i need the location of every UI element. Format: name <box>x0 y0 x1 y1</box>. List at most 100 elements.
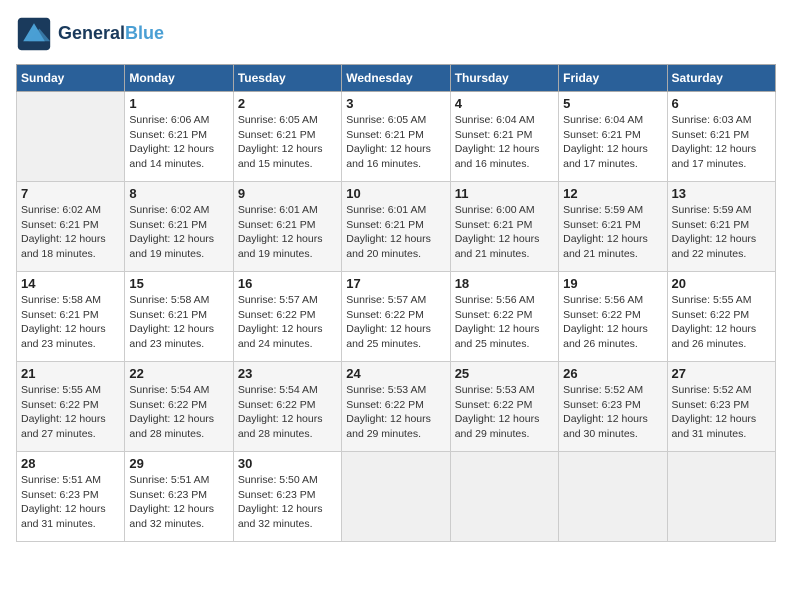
page-header: GeneralBlue <box>16 16 776 52</box>
day-info: Sunrise: 6:04 AMSunset: 6:21 PMDaylight:… <box>455 113 554 172</box>
day-info: Sunrise: 6:06 AMSunset: 6:21 PMDaylight:… <box>129 113 228 172</box>
calendar-cell: 6 Sunrise: 6:03 AMSunset: 6:21 PMDaylight… <box>667 92 775 182</box>
day-number: 19 <box>563 276 662 291</box>
day-number: 30 <box>238 456 337 471</box>
weekday-header-sunday: Sunday <box>17 65 125 92</box>
calendar-cell: 23 Sunrise: 5:54 AMSunset: 6:22 PMDayligh… <box>233 362 341 452</box>
calendar-cell <box>667 452 775 542</box>
day-number: 21 <box>21 366 120 381</box>
logo-icon <box>16 16 52 52</box>
calendar-cell: 24 Sunrise: 5:53 AMSunset: 6:22 PMDayligh… <box>342 362 450 452</box>
day-number: 13 <box>672 186 771 201</box>
week-row-1: 1 Sunrise: 6:06 AMSunset: 6:21 PMDaylight… <box>17 92 776 182</box>
day-number: 25 <box>455 366 554 381</box>
day-number: 23 <box>238 366 337 381</box>
day-info: Sunrise: 6:04 AMSunset: 6:21 PMDaylight:… <box>563 113 662 172</box>
calendar-cell: 7Sunrise: 6:02 AMSunset: 6:21 PMDaylight… <box>17 182 125 272</box>
day-info: Sunrise: 5:58 AMSunset: 6:21 PMDaylight:… <box>21 293 120 352</box>
calendar-cell: 12 Sunrise: 5:59 AMSunset: 6:21 PMDayligh… <box>559 182 667 272</box>
day-number: 24 <box>346 366 445 381</box>
day-info: Sunrise: 5:53 AMSunset: 6:22 PMDaylight:… <box>455 383 554 442</box>
week-row-5: 28 Sunrise: 5:51 AMSunset: 6:23 PMDayligh… <box>17 452 776 542</box>
logo-text: GeneralBlue <box>58 24 164 44</box>
calendar-cell: 25 Sunrise: 5:53 AMSunset: 6:22 PMDayligh… <box>450 362 558 452</box>
day-number: 16 <box>238 276 337 291</box>
day-number: 26 <box>563 366 662 381</box>
day-info: Sunrise: 5:59 AMSunset: 6:21 PMDaylight:… <box>672 203 771 262</box>
day-number: 11 <box>455 186 554 201</box>
day-info: Sunrise: 5:54 AMSunset: 6:22 PMDaylight:… <box>238 383 337 442</box>
weekday-header-wednesday: Wednesday <box>342 65 450 92</box>
weekday-header-monday: Monday <box>125 65 233 92</box>
day-info: Sunrise: 6:05 AMSunset: 6:21 PMDaylight:… <box>238 113 337 172</box>
day-info: Sunrise: 6:02 AMSunset: 6:21 PMDaylight:… <box>21 203 120 262</box>
week-row-4: 21 Sunrise: 5:55 AMSunset: 6:22 PMDayligh… <box>17 362 776 452</box>
day-info: Sunrise: 5:51 AMSunset: 6:23 PMDaylight:… <box>129 473 228 532</box>
day-info: Sunrise: 5:55 AMSunset: 6:22 PMDaylight:… <box>21 383 120 442</box>
day-number: 14 <box>21 276 120 291</box>
day-number: 4 <box>455 96 554 111</box>
day-info: Sunrise: 5:57 AMSunset: 6:22 PMDaylight:… <box>346 293 445 352</box>
week-row-3: 14 Sunrise: 5:58 AMSunset: 6:21 PMDayligh… <box>17 272 776 362</box>
day-number: 9 <box>238 186 337 201</box>
day-number: 6 <box>672 96 771 111</box>
day-info: Sunrise: 6:03 AMSunset: 6:21 PMDaylight:… <box>672 113 771 172</box>
day-info: Sunrise: 6:02 AMSunset: 6:21 PMDaylight:… <box>129 203 228 262</box>
calendar-cell: 30 Sunrise: 5:50 AMSunset: 6:23 PMDayligh… <box>233 452 341 542</box>
calendar-cell: 22 Sunrise: 5:54 AMSunset: 6:22 PMDayligh… <box>125 362 233 452</box>
calendar-cell: 2 Sunrise: 6:05 AMSunset: 6:21 PMDaylight… <box>233 92 341 182</box>
calendar-cell: 11 Sunrise: 6:00 AMSunset: 6:21 PMDayligh… <box>450 182 558 272</box>
day-number: 15 <box>129 276 228 291</box>
calendar-cell: 8 Sunrise: 6:02 AMSunset: 6:21 PMDaylight… <box>125 182 233 272</box>
calendar-cell <box>342 452 450 542</box>
calendar-cell: 21 Sunrise: 5:55 AMSunset: 6:22 PMDayligh… <box>17 362 125 452</box>
day-info: Sunrise: 5:51 AMSunset: 6:23 PMDaylight:… <box>21 473 120 532</box>
calendar-cell: 19Sunrise: 5:56 AMSunset: 6:22 PMDayligh… <box>559 272 667 362</box>
day-number: 1 <box>129 96 228 111</box>
day-info: Sunrise: 5:52 AMSunset: 6:23 PMDaylight:… <box>563 383 662 442</box>
calendar-cell: 13 Sunrise: 5:59 AMSunset: 6:21 PMDayligh… <box>667 182 775 272</box>
day-number: 22 <box>129 366 228 381</box>
day-number: 28 <box>21 456 120 471</box>
weekday-header-thursday: Thursday <box>450 65 558 92</box>
calendar-cell <box>17 92 125 182</box>
day-number: 10 <box>346 186 445 201</box>
day-number: 5 <box>563 96 662 111</box>
day-info: Sunrise: 6:01 AMSunset: 6:21 PMDaylight:… <box>346 203 445 262</box>
day-info: Sunrise: 5:59 AMSunset: 6:21 PMDaylight:… <box>563 203 662 262</box>
weekday-header-saturday: Saturday <box>667 65 775 92</box>
day-number: 17 <box>346 276 445 291</box>
calendar-cell: 14 Sunrise: 5:58 AMSunset: 6:21 PMDayligh… <box>17 272 125 362</box>
week-row-2: 7Sunrise: 6:02 AMSunset: 6:21 PMDaylight… <box>17 182 776 272</box>
calendar-cell: 18 Sunrise: 5:56 AMSunset: 6:22 PMDayligh… <box>450 272 558 362</box>
calendar-cell: 5 Sunrise: 6:04 AMSunset: 6:21 PMDaylight… <box>559 92 667 182</box>
calendar-cell: 9 Sunrise: 6:01 AMSunset: 6:21 PMDaylight… <box>233 182 341 272</box>
calendar-cell: 3Sunrise: 6:05 AMSunset: 6:21 PMDaylight… <box>342 92 450 182</box>
day-number: 8 <box>129 186 228 201</box>
day-info: Sunrise: 5:58 AMSunset: 6:21 PMDaylight:… <box>129 293 228 352</box>
calendar-cell <box>450 452 558 542</box>
day-info: Sunrise: 5:57 AMSunset: 6:22 PMDaylight:… <box>238 293 337 352</box>
day-number: 12 <box>563 186 662 201</box>
calendar-cell: 1 Sunrise: 6:06 AMSunset: 6:21 PMDaylight… <box>125 92 233 182</box>
weekday-header-row: SundayMondayTuesdayWednesdayThursdayFrid… <box>17 65 776 92</box>
calendar-cell: 4 Sunrise: 6:04 AMSunset: 6:21 PMDaylight… <box>450 92 558 182</box>
day-number: 18 <box>455 276 554 291</box>
day-info: Sunrise: 6:01 AMSunset: 6:21 PMDaylight:… <box>238 203 337 262</box>
day-number: 2 <box>238 96 337 111</box>
calendar-cell: 27Sunrise: 5:52 AMSunset: 6:23 PMDayligh… <box>667 362 775 452</box>
weekday-header-tuesday: Tuesday <box>233 65 341 92</box>
day-info: Sunrise: 5:53 AMSunset: 6:22 PMDaylight:… <box>346 383 445 442</box>
day-info: Sunrise: 5:50 AMSunset: 6:23 PMDaylight:… <box>238 473 337 532</box>
day-number: 3 <box>346 96 445 111</box>
calendar-cell: 10 Sunrise: 6:01 AMSunset: 6:21 PMDayligh… <box>342 182 450 272</box>
day-number: 27 <box>672 366 771 381</box>
day-number: 20 <box>672 276 771 291</box>
day-info: Sunrise: 5:56 AMSunset: 6:22 PMDaylight:… <box>455 293 554 352</box>
logo: GeneralBlue <box>16 16 164 52</box>
calendar-cell: 15 Sunrise: 5:58 AMSunset: 6:21 PMDayligh… <box>125 272 233 362</box>
calendar-cell: 20 Sunrise: 5:55 AMSunset: 6:22 PMDayligh… <box>667 272 775 362</box>
day-info: Sunrise: 6:00 AMSunset: 6:21 PMDaylight:… <box>455 203 554 262</box>
day-info: Sunrise: 5:55 AMSunset: 6:22 PMDaylight:… <box>672 293 771 352</box>
day-info: Sunrise: 5:54 AMSunset: 6:22 PMDaylight:… <box>129 383 228 442</box>
